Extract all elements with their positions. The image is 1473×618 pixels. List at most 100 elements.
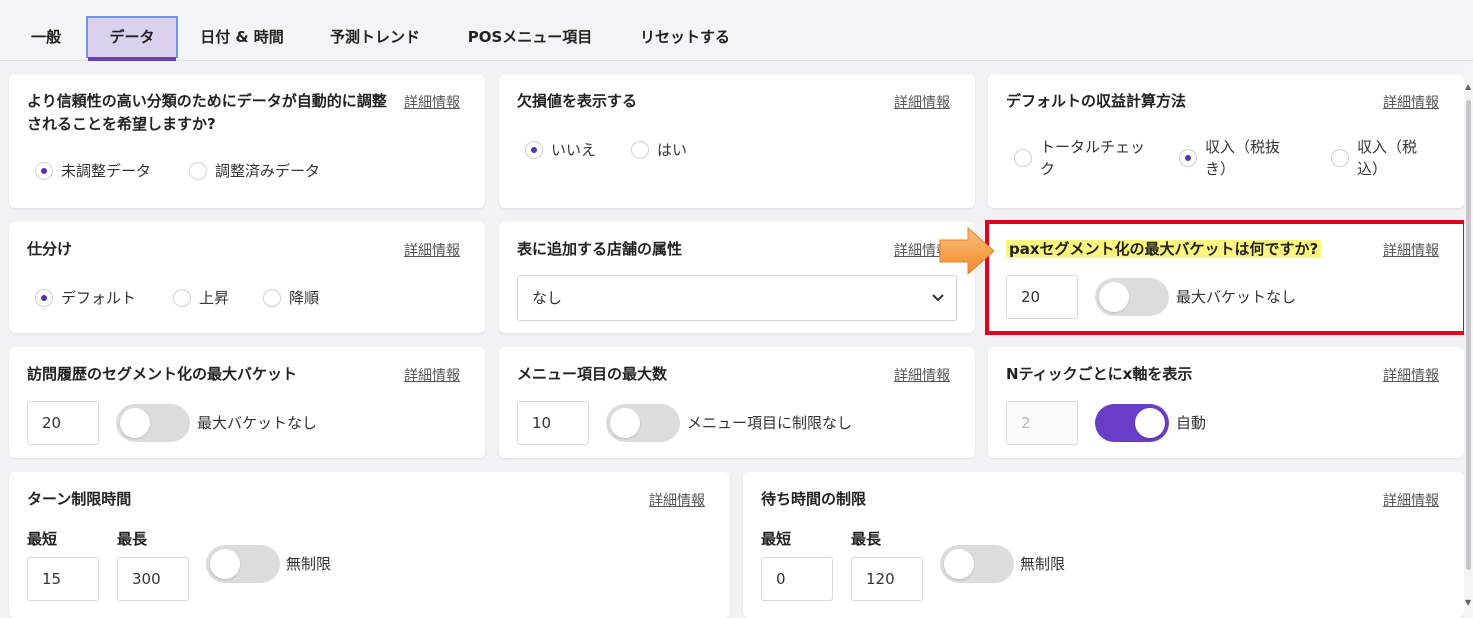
tab-reset[interactable]: リセットする [624, 16, 746, 58]
tab-forecast-trend[interactable]: 予測トレンド [312, 16, 438, 58]
scrollbar-thumb[interactable] [1466, 100, 1471, 570]
toggle-knob [120, 408, 150, 438]
tab-date-time[interactable]: 日付 & 時間 [188, 16, 296, 58]
toggle-knob [210, 549, 240, 579]
radio-label: 降順 [289, 289, 320, 307]
visit-bucket-input[interactable]: 20 [27, 401, 99, 445]
max-label: 最長 [117, 530, 148, 548]
card-xaxis-ticks: Nティックごとにx軸を表示 詳細情報 2 自動 [988, 347, 1464, 458]
radio-unchecked-icon [263, 289, 281, 307]
toggle-knob [1135, 408, 1165, 438]
wait-min-input[interactable]: 0 [761, 557, 833, 601]
info-link[interactable]: 詳細情報 [1383, 365, 1439, 385]
menu-max-input[interactable]: 10 [517, 401, 589, 445]
radio-label: 収入（税抜き） [1205, 138, 1281, 178]
card-auto-adjust: より信頼性の高い分類のためにデータが自動的に調整されることを希望しますか? 詳細… [9, 74, 485, 208]
select-value: なし [532, 289, 563, 307]
card-store-attribute: 表に追加する店舗の属性 詳細情報 なし [499, 222, 975, 333]
max-label: 最長 [851, 530, 882, 548]
radio-ascending[interactable]: 上昇 [173, 287, 229, 309]
radio-label: はい [657, 141, 688, 159]
scroll-up-icon[interactable]: ▲ [1465, 82, 1471, 91]
info-link[interactable]: 詳細情報 [894, 240, 944, 260]
card-wait-time: 待ち時間の制限 詳細情報 最短 最長 0 120 無制限 [743, 472, 1464, 618]
card-sort: 仕分け 詳細情報 デフォルト 上昇 降順 [9, 222, 485, 333]
radio-label: デフォルト [61, 289, 137, 307]
radio-unchecked-icon [173, 289, 191, 307]
radio-unchecked-icon [1331, 149, 1349, 167]
tab-pos-menu[interactable]: POSメニュー項目 [454, 16, 606, 58]
min-label: 最短 [27, 530, 58, 548]
info-link[interactable]: 詳細情報 [894, 365, 950, 385]
card-title: デフォルトの収益計算方法 [1006, 92, 1187, 110]
radio-no[interactable]: いいえ [525, 139, 596, 161]
card-missing-values: 欠損値を表示する 詳細情報 いいえ はい [499, 74, 975, 208]
radio-checked-icon [35, 289, 53, 307]
tab-general[interactable]: 一般 [14, 16, 78, 58]
turn-min-input[interactable]: 15 [27, 557, 99, 601]
card-title: 待ち時間の制限 [761, 490, 867, 508]
toggle-knob [610, 408, 640, 438]
radio-checked-icon [525, 141, 543, 159]
card-title: ターン制限時間 [27, 490, 132, 508]
card-title: 仕分け [27, 240, 73, 258]
turn-unlimited-toggle[interactable] [206, 545, 280, 583]
radio-label: いいえ [551, 141, 597, 159]
xaxis-auto-toggle[interactable] [1095, 404, 1169, 442]
card-title: 訪問履歴のセグメント化の最大バケット [27, 365, 298, 383]
info-link[interactable]: 詳細情報 [404, 365, 460, 385]
card-title: 表に追加する店舗の属性 [517, 240, 683, 258]
card-title: Nティックごとにx軸を表示 [1006, 365, 1193, 383]
turn-max-input[interactable]: 300 [117, 557, 189, 601]
chevron-down-icon [932, 276, 944, 339]
info-link[interactable]: 詳細情報 [649, 490, 705, 510]
card-title: メニュー項目の最大数 [517, 365, 668, 383]
toggle-label: メニュー項目に制限なし [687, 414, 853, 432]
radio-total-check[interactable]: トータルチェック [1014, 136, 1154, 180]
toggle-label: 無制限 [286, 555, 332, 573]
radio-descending[interactable]: 降順 [263, 287, 319, 309]
radio-unchecked-icon [189, 162, 207, 180]
menu-no-limit-toggle[interactable] [606, 404, 680, 442]
radio-unchecked-icon [631, 141, 649, 159]
card-visit-history: 訪問履歴のセグメント化の最大バケット 詳細情報 20 最大バケットなし [9, 347, 485, 458]
tab-data[interactable]: データ [86, 16, 178, 61]
info-link[interactable]: 詳細情報 [404, 240, 460, 260]
info-link[interactable]: 詳細情報 [404, 92, 460, 112]
xaxis-tick-input[interactable]: 2 [1006, 401, 1078, 445]
card-turn-time: ターン制限時間 詳細情報 最短 最長 15 300 無制限 [9, 472, 730, 618]
tab-bar: 一般 データ 日付 & 時間 予測トレンド POSメニュー項目 リセットする [0, 0, 1473, 61]
card-menu-max: メニュー項目の最大数 詳細情報 10 メニュー項目に制限なし [499, 347, 975, 458]
radio-checked-icon [35, 162, 53, 180]
radio-yes[interactable]: はい [631, 139, 687, 161]
card-title: 欠損値を表示する [517, 92, 638, 110]
radio-unadjusted[interactable]: 未調整データ [35, 160, 151, 182]
radio-adjusted[interactable]: 調整済みデータ [189, 160, 320, 182]
radio-label: 上昇 [199, 289, 230, 307]
toggle-label: 自動 [1176, 414, 1207, 432]
info-link[interactable]: 詳細情報 [1383, 92, 1439, 112]
radio-label: トータルチェック [1040, 138, 1146, 178]
wait-unlimited-toggle[interactable] [940, 545, 1014, 583]
radio-revenue-excl-tax[interactable]: 収入（税抜き） [1179, 136, 1299, 180]
radio-label: 調整済みデータ [215, 162, 321, 180]
store-attribute-select[interactable]: なし [517, 275, 957, 321]
radio-checked-icon [1179, 149, 1197, 167]
wait-max-input[interactable]: 120 [851, 557, 923, 601]
scroll-down-icon[interactable]: ▼ [1465, 598, 1471, 607]
radio-unchecked-icon [1014, 149, 1032, 167]
card-revenue-method: デフォルトの収益計算方法 詳細情報 トータルチェック 収入（税抜き） 収入（税込… [988, 74, 1464, 208]
radio-revenue-incl-tax[interactable]: 収入（税込） [1331, 136, 1441, 180]
info-link[interactable]: 詳細情報 [1383, 490, 1439, 510]
toggle-knob [944, 549, 974, 579]
min-label: 最短 [761, 530, 792, 548]
pointer-arrow-icon [939, 226, 995, 276]
highlight-frame [985, 220, 1467, 335]
visit-no-max-toggle[interactable] [116, 404, 190, 442]
info-link[interactable]: 詳細情報 [894, 92, 950, 112]
toggle-label: 無制限 [1020, 555, 1066, 573]
radio-default[interactable]: デフォルト [35, 287, 136, 309]
toggle-label: 最大バケットなし [197, 414, 318, 432]
card-title: より信頼性の高い分類のためにデータが自動的に調整されることを希望しますか? [27, 92, 387, 133]
radio-label: 収入（税込） [1357, 138, 1418, 178]
